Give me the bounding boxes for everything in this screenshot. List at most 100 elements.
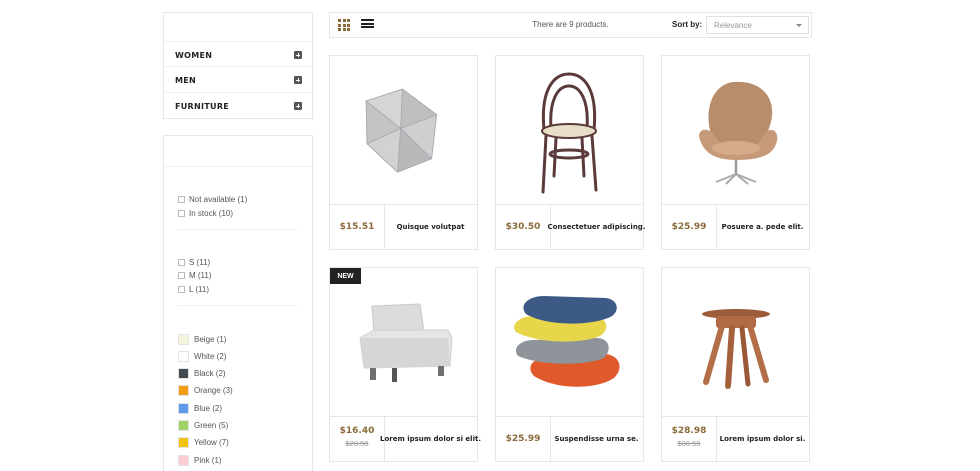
expand-plus-icon[interactable] [294, 76, 302, 84]
price-column: $15.51 [330, 205, 385, 249]
price-column: $16.40 $20.50 [330, 417, 385, 461]
product-price: $30.50 [505, 222, 541, 232]
category-divider [164, 92, 312, 93]
category-panel: WOMEN MEN FURNITURE [163, 12, 313, 119]
price-column: $28.98 $30.50 [662, 417, 717, 461]
product-info: $25.99 Suspendisse urna se. [496, 416, 643, 461]
product-image[interactable] [496, 268, 643, 416]
product-name[interactable]: Lorem ipsum dolor si elit. [380, 417, 481, 461]
filter-separator [178, 305, 297, 306]
product-price: $28.98 [671, 426, 707, 436]
filter-header-divider [164, 166, 312, 167]
new-badge: NEW [330, 268, 361, 284]
category-item-furniture[interactable]: FURNITURE [175, 99, 302, 113]
color-filter-white[interactable]: White (2) [178, 351, 226, 362]
category-divider [164, 41, 312, 42]
color-filter-orange[interactable]: Orange (3) [178, 385, 233, 396]
sort-select-value: Relevance [714, 21, 752, 30]
filter-option-size-m[interactable]: M (11) [178, 271, 212, 280]
category-item-men[interactable]: MEN [175, 73, 302, 87]
checkbox[interactable] [178, 196, 185, 203]
product-info: $25.99 Posuere a. pede elit. [662, 204, 809, 249]
product-card[interactable]: NEW $16.40 $20.50 Lorem ipsum dolor si e… [329, 267, 481, 462]
filter-option-label: L (11) [189, 285, 210, 294]
color-filter-label: Green (5) [194, 421, 229, 430]
price-column: $25.99 [496, 417, 551, 461]
category-label: MEN [175, 75, 197, 85]
filter-option-size-s[interactable]: S (11) [178, 258, 210, 267]
color-swatch[interactable] [178, 420, 189, 431]
color-filter-label: Orange (3) [194, 386, 233, 395]
price-column: $25.99 [662, 205, 717, 249]
sort-select[interactable]: Relevance [706, 16, 809, 34]
color-filter-label: Blue (2) [194, 404, 223, 413]
color-swatch[interactable] [178, 437, 189, 448]
product-card[interactable]: $25.99 Suspendisse urna se. [495, 267, 644, 462]
product-price: $25.99 [671, 222, 707, 232]
product-card[interactable]: $15.51 Quisque volutpat [329, 55, 478, 250]
category-item-women[interactable]: WOMEN [175, 48, 302, 62]
color-filter-beige[interactable]: Beige (1) [178, 334, 226, 345]
color-filter-label: Pink (1) [194, 456, 222, 465]
filter-option-in-stock[interactable]: In stock (10) [178, 209, 233, 218]
product-price: $16.40 [339, 426, 375, 436]
filter-option-label: Not available (1) [189, 195, 248, 204]
checkbox[interactable] [178, 259, 185, 266]
price-column: $30.50 [496, 205, 551, 249]
category-divider [164, 66, 312, 67]
color-filter-green[interactable]: Green (5) [178, 420, 228, 431]
product-card[interactable]: $25.99 Posuere a. pede elit. [661, 55, 810, 250]
product-info: $16.40 $20.50 Lorem ipsum dolor si elit. [330, 416, 481, 461]
color-filter-yellow[interactable]: Yellow (7) [178, 437, 229, 448]
sort-by-label: Sort by: [672, 20, 703, 29]
product-info: $30.50 Consectetuer adipiscing. [496, 204, 646, 249]
color-filter-blue[interactable]: Blue (2) [178, 403, 222, 414]
color-filter-label: Beige (1) [194, 335, 227, 344]
checkbox[interactable] [178, 286, 185, 293]
product-image[interactable] [330, 56, 477, 204]
product-info: $15.51 Quisque volutpat [330, 204, 477, 249]
product-image[interactable] [662, 268, 809, 416]
checkbox[interactable] [178, 210, 185, 217]
filter-option-size-l[interactable]: L (11) [178, 285, 209, 294]
filter-panel: Not available (1) In stock (10) S (11) M… [163, 135, 313, 471]
color-swatch[interactable] [178, 368, 189, 379]
product-old-price: $20.50 [345, 439, 369, 448]
color-filter-label: Black (2) [194, 369, 226, 378]
product-name[interactable]: Quisque volutpat [386, 205, 475, 249]
color-filter-pink[interactable]: Pink (1) [178, 455, 222, 466]
filter-separator [178, 229, 297, 230]
color-swatch[interactable] [178, 334, 189, 345]
checkbox[interactable] [178, 272, 185, 279]
product-name[interactable]: Consectetuer adipiscing. [548, 205, 646, 249]
color-filter-black[interactable]: Black (2) [178, 368, 226, 379]
product-name[interactable]: Suspendisse urna se. [552, 417, 641, 461]
product-old-price: $30.50 [677, 439, 701, 448]
expand-plus-icon[interactable] [294, 102, 302, 110]
color-swatch[interactable] [178, 403, 189, 414]
product-name[interactable]: Posuere a. pede elit. [718, 205, 807, 249]
expand-plus-icon[interactable] [294, 51, 302, 59]
chevron-down-icon [796, 24, 802, 27]
color-swatch[interactable] [178, 385, 189, 396]
product-card[interactable]: $30.50 Consectetuer adipiscing. [495, 55, 646, 250]
product-info: $28.98 $30.50 Lorem ipsum dolor si. [662, 416, 809, 461]
color-filter-label: White (2) [194, 352, 227, 361]
color-swatch[interactable] [178, 351, 189, 362]
category-label: WOMEN [175, 50, 213, 60]
filter-option-label: In stock (10) [189, 209, 234, 218]
product-image[interactable] [496, 56, 643, 204]
filter-option-label: M (11) [189, 271, 212, 280]
color-filter-label: Yellow (7) [194, 438, 229, 447]
product-card[interactable]: $28.98 $30.50 Lorem ipsum dolor si. [661, 267, 810, 462]
product-image[interactable] [662, 56, 809, 204]
product-price: $15.51 [339, 222, 375, 232]
category-label: FURNITURE [175, 101, 230, 111]
product-name[interactable]: Lorem ipsum dolor si. [718, 417, 807, 461]
color-swatch[interactable] [178, 455, 189, 466]
filter-option-label: S (11) [189, 258, 211, 267]
product-toolbar: There are 9 products. Sort by: Relevance [329, 12, 812, 38]
filter-option-not-available[interactable]: Not available (1) [178, 195, 247, 204]
product-image[interactable]: NEW [330, 268, 477, 416]
product-price: $25.99 [505, 434, 541, 444]
